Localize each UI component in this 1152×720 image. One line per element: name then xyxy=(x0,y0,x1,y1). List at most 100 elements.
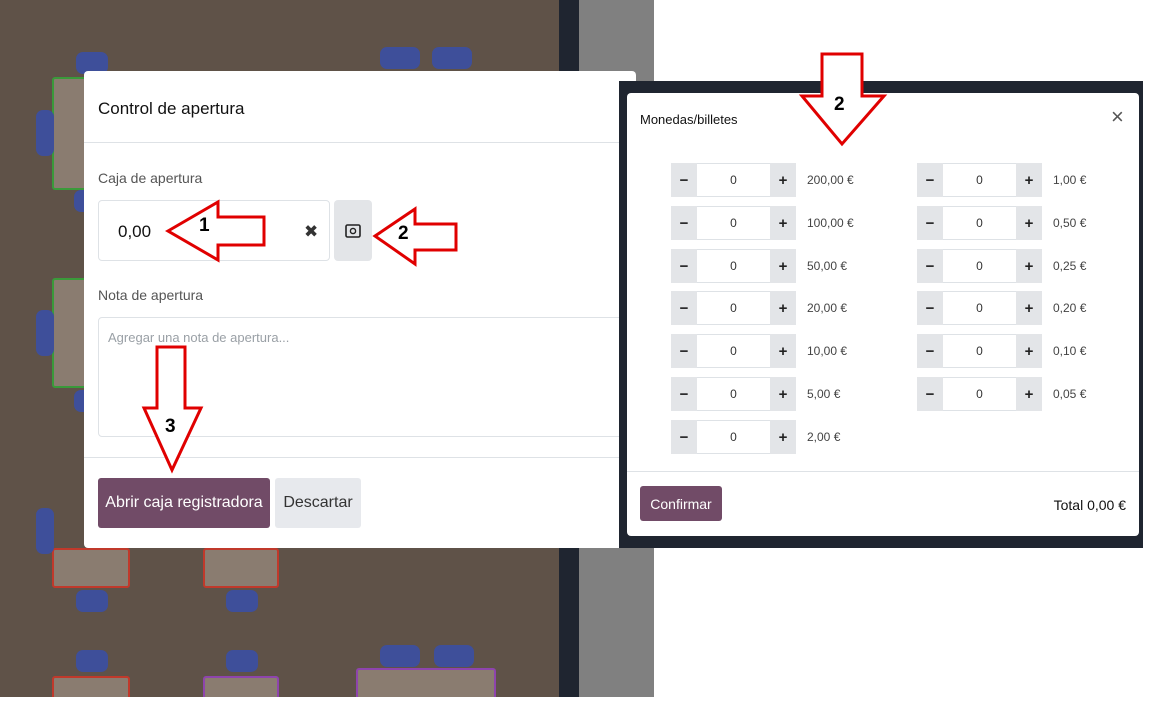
quantity-stepper: −+ xyxy=(671,291,796,325)
annotation-arrow-down-icon xyxy=(141,345,204,474)
opening-cash-value[interactable]: 0,00 xyxy=(118,222,151,242)
quantity-stepper: −+ xyxy=(917,249,1042,283)
chair xyxy=(76,590,108,612)
dialog-title: Control de apertura xyxy=(84,71,636,143)
plus-icon[interactable]: + xyxy=(770,291,796,325)
quantity-stepper: −+ xyxy=(671,377,796,411)
denomination-label: 2,00 € xyxy=(807,430,841,444)
opening-note-label: Nota de apertura xyxy=(98,287,204,303)
denomination-label: 5,00 € xyxy=(807,387,841,401)
minus-icon[interactable]: − xyxy=(671,291,697,325)
coins-footer-divider xyxy=(627,471,1139,472)
open-register-button[interactable]: Abrir caja registradora xyxy=(98,478,270,528)
annotation-step-2: 2 xyxy=(398,223,409,244)
quantity-stepper: −+ xyxy=(917,377,1042,411)
quantity-input[interactable] xyxy=(697,163,770,197)
plus-icon[interactable]: + xyxy=(1016,334,1042,368)
denomination-label: 20,00 € xyxy=(807,301,848,315)
plus-icon[interactable]: + xyxy=(1016,291,1042,325)
chair xyxy=(380,47,420,69)
minus-icon[interactable]: − xyxy=(671,163,697,197)
plus-icon[interactable]: + xyxy=(770,377,796,411)
annotation-step-1: 1 xyxy=(199,215,210,236)
quantity-input[interactable] xyxy=(697,377,770,411)
annotation-arrow-left-icon xyxy=(372,206,458,267)
quantity-input[interactable] xyxy=(697,206,770,240)
quantity-stepper: −+ xyxy=(917,163,1042,197)
annotation-step-3: 3 xyxy=(165,416,176,437)
quantity-input[interactable] xyxy=(697,249,770,283)
denomination-label: 100,00 € xyxy=(807,216,854,230)
floor-table[interactable] xyxy=(52,676,130,697)
minus-icon[interactable]: − xyxy=(917,163,943,197)
plus-icon[interactable]: + xyxy=(770,206,796,240)
quantity-stepper: −+ xyxy=(671,249,796,283)
opening-cash-label: Caja de apertura xyxy=(98,170,203,186)
floor-table[interactable] xyxy=(52,77,88,190)
total-amount: Total 0,00 € xyxy=(1053,497,1126,513)
denomination-label: 0,50 € xyxy=(1053,216,1087,230)
minus-icon[interactable]: − xyxy=(671,377,697,411)
minus-icon[interactable]: − xyxy=(917,291,943,325)
chair xyxy=(76,650,108,672)
denomination-label: 1,00 € xyxy=(1053,173,1087,187)
floor-table[interactable] xyxy=(52,548,130,588)
chair xyxy=(36,508,54,554)
floor-table[interactable] xyxy=(203,548,279,588)
plus-icon[interactable]: + xyxy=(770,334,796,368)
quantity-input[interactable] xyxy=(943,163,1016,197)
annotation-arrow-left-icon xyxy=(165,199,266,263)
confirm-button[interactable]: Confirmar xyxy=(640,486,722,521)
coins-bills-dialog: Monedas/billetes × −+200,00 €−+100,00 €−… xyxy=(627,93,1139,536)
chair xyxy=(432,47,472,69)
times-icon[interactable]: ✖ xyxy=(304,222,318,242)
minus-icon[interactable]: − xyxy=(671,334,697,368)
close-icon[interactable]: × xyxy=(1111,106,1124,128)
chair xyxy=(36,110,54,156)
plus-icon[interactable]: + xyxy=(1016,249,1042,283)
quantity-input[interactable] xyxy=(943,377,1016,411)
minus-icon[interactable]: − xyxy=(917,334,943,368)
chair xyxy=(226,650,258,672)
denomination-label: 10,00 € xyxy=(807,344,848,358)
plus-icon[interactable]: + xyxy=(1016,163,1042,197)
minus-icon[interactable]: − xyxy=(671,420,697,454)
chair xyxy=(380,645,420,667)
opening-control-dialog: Control de apertura Caja de apertura 0,0… xyxy=(84,71,636,548)
denomination-label: 0,20 € xyxy=(1053,301,1087,315)
minus-icon[interactable]: − xyxy=(917,377,943,411)
denomination-label: 0,05 € xyxy=(1053,387,1087,401)
quantity-input[interactable] xyxy=(697,420,770,454)
floor-table[interactable] xyxy=(356,668,496,697)
minus-icon[interactable]: − xyxy=(917,249,943,283)
plus-icon[interactable]: + xyxy=(770,420,796,454)
chair xyxy=(36,310,54,356)
quantity-input[interactable] xyxy=(943,206,1016,240)
quantity-input[interactable] xyxy=(943,291,1016,325)
floor-table[interactable] xyxy=(52,278,88,388)
coins-bills-button[interactable] xyxy=(334,200,372,261)
minus-icon[interactable]: − xyxy=(671,249,697,283)
quantity-stepper: −+ xyxy=(917,291,1042,325)
quantity-stepper: −+ xyxy=(671,420,796,454)
minus-icon[interactable]: − xyxy=(671,206,697,240)
discard-button[interactable]: Descartar xyxy=(275,478,361,528)
quantity-stepper: −+ xyxy=(671,334,796,368)
floor-table[interactable] xyxy=(203,676,279,697)
plus-icon[interactable]: + xyxy=(770,163,796,197)
denomination-label: 50,00 € xyxy=(807,259,848,273)
plus-icon[interactable]: + xyxy=(1016,377,1042,411)
plus-icon[interactable]: + xyxy=(1016,206,1042,240)
denomination-label: 0,10 € xyxy=(1053,344,1087,358)
quantity-input[interactable] xyxy=(943,249,1016,283)
denomination-label: 0,25 € xyxy=(1053,259,1087,273)
quantity-input[interactable] xyxy=(697,334,770,368)
minus-icon[interactable]: − xyxy=(917,206,943,240)
chair xyxy=(434,645,474,667)
denomination-label: 200,00 € xyxy=(807,173,854,187)
plus-icon[interactable]: + xyxy=(770,249,796,283)
quantity-input[interactable] xyxy=(697,291,770,325)
chair xyxy=(226,590,258,612)
quantity-stepper: −+ xyxy=(917,206,1042,240)
quantity-input[interactable] xyxy=(943,334,1016,368)
